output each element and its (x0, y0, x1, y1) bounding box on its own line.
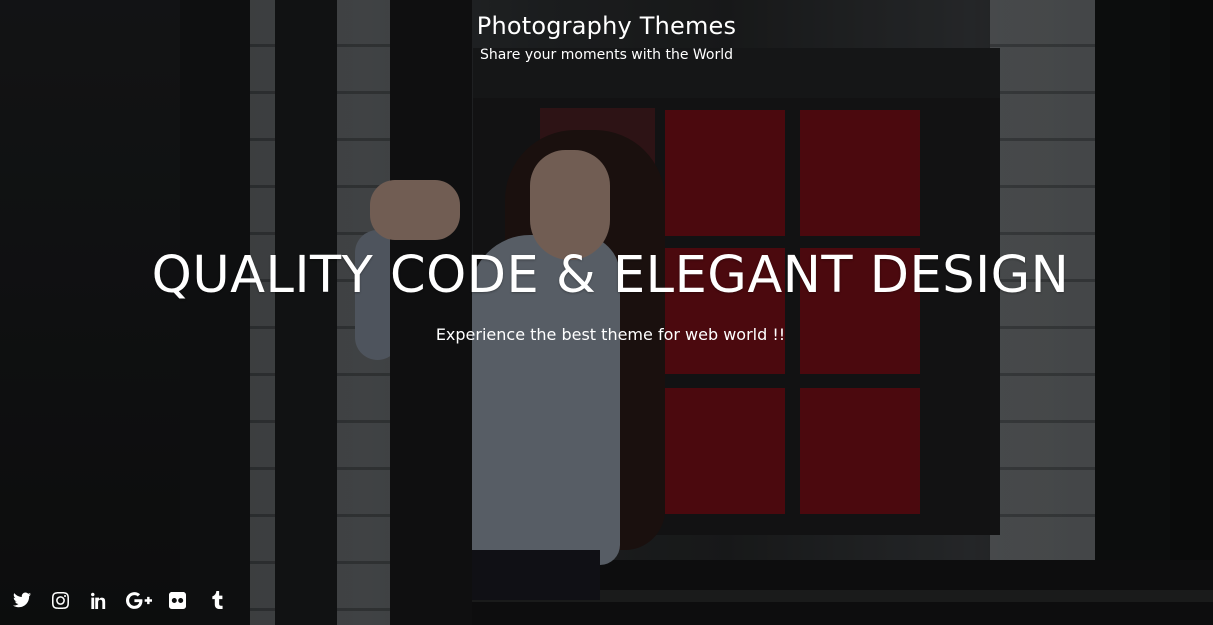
instagram-link[interactable] (41, 588, 80, 612)
instagram-icon (52, 591, 69, 609)
flickr-icon (169, 591, 186, 609)
tumblr-link[interactable] (197, 588, 236, 612)
site-title[interactable]: Photography Themes (0, 12, 1213, 40)
linkedin-icon (91, 592, 106, 609)
hero-section: Photography Themes Share your moments wi… (0, 0, 1213, 625)
social-links (2, 588, 236, 612)
hero-headline: QUALITY CODE & ELEGANT DESIGN (151, 246, 1070, 305)
google-plus-icon (125, 591, 152, 609)
twitter-link[interactable] (2, 588, 41, 612)
google-plus-link[interactable] (119, 588, 158, 612)
site-tagline: Share your moments with the World (479, 47, 734, 63)
linkedin-link[interactable] (80, 588, 119, 612)
dark-overlay (0, 0, 1213, 625)
tumblr-icon (211, 591, 223, 609)
hero-subheadline: Experience the best theme for web world … (435, 325, 786, 344)
twitter-icon (12, 592, 31, 608)
flickr-link[interactable] (158, 588, 197, 612)
